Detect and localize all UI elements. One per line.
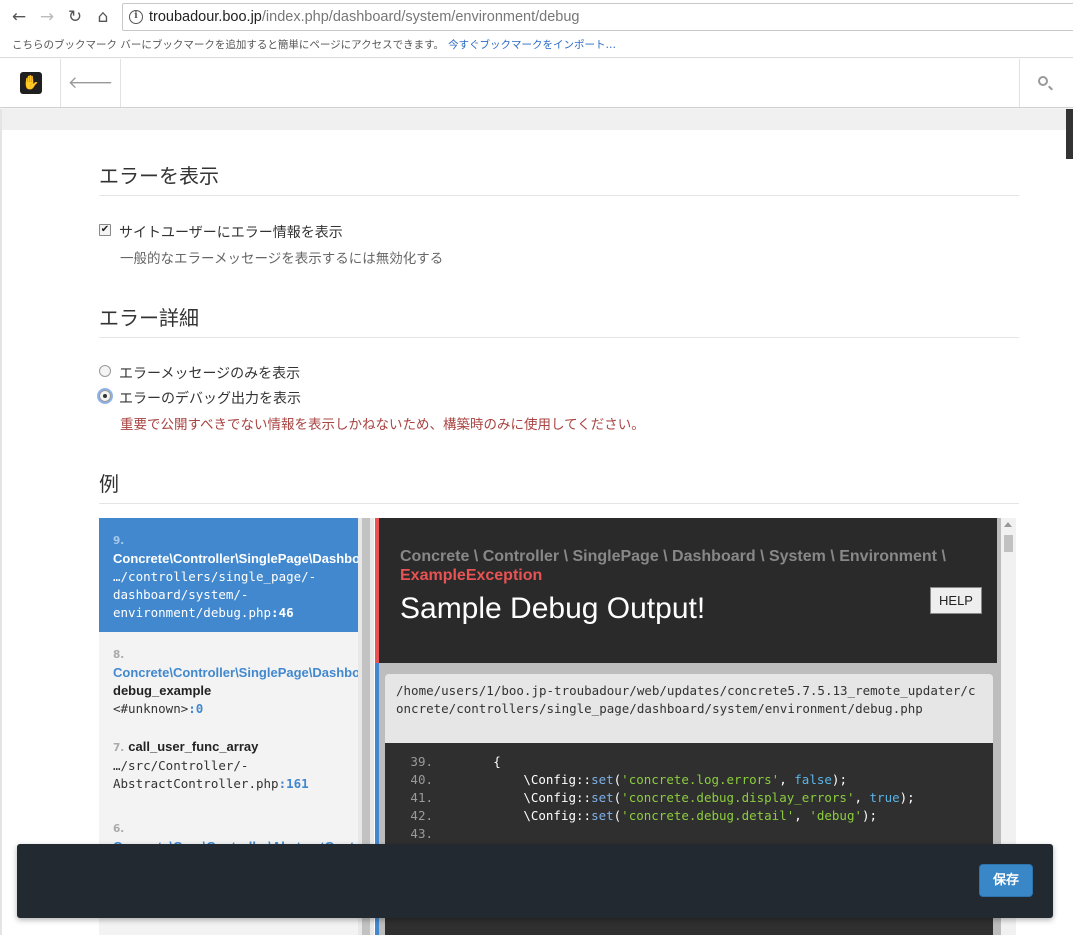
home-icon[interactable]: ⌂ (92, 6, 114, 28)
frame-method: call_user_func_array (128, 739, 259, 754)
code-line: 42. \Config::set('concrete.debug.detail'… (385, 807, 993, 825)
bookmark-bar: こちらのブックマーク バーにブックマークを追加すると簡単にページにアクセスできま… (0, 34, 1073, 58)
code-token: ); (862, 808, 878, 823)
frame-header: 7. call_user_func_array (113, 738, 358, 757)
code-token: ); (899, 790, 915, 805)
code-token: ); (831, 772, 847, 787)
info-icon[interactable]: i (129, 10, 143, 24)
frame-number: 9. (113, 535, 125, 547)
code-line-number: 39. (410, 754, 433, 769)
error-message-only-label[interactable]: エラーメッセージのみを表示 (119, 363, 300, 383)
code-line-number: 42. (410, 808, 433, 823)
frame-file-path: <#unknown> (113, 701, 189, 716)
back-icon: 🡐 (67, 73, 114, 93)
frame-line: :46 (271, 605, 294, 620)
display-errors-label[interactable]: サイトユーザーにエラー情報を表示 (119, 222, 343, 242)
frame-class: Concrete\Controller\SinglePage\Dashboard… (113, 665, 358, 680)
page-left-border (0, 109, 2, 935)
code-token: { (493, 754, 501, 769)
page-top-strip (0, 109, 1073, 130)
code-token: 'debug' (809, 808, 863, 823)
exception-name: ExampleException (400, 567, 543, 584)
frame-file: …/src/Controller/- AbstractController.ph… (113, 757, 358, 793)
code-line: 43. (385, 825, 993, 843)
code-file-path: /home/users/1/boo.jp-troubadour/web/upda… (385, 674, 993, 743)
code-line: 39. { (385, 753, 993, 771)
code-token: false (794, 772, 832, 787)
frame-number: 7. (113, 742, 125, 754)
cms-toolbar: ✋ 🡐 (0, 59, 1073, 108)
url-path: /index.php/dashboard/system/environment/… (261, 9, 580, 25)
address-bar[interactable]: i troubadour.boo.jp/index.php/dashboard/… (122, 3, 1073, 31)
frame-line: :161 (278, 776, 309, 791)
frame-method: debug_example (113, 683, 212, 698)
frame-file: <#unknown>:0 (113, 700, 358, 718)
exception-message: Sample Debug Output! (400, 592, 706, 625)
code-token: :: (576, 790, 592, 805)
display-errors-heading: エラーを表示 (99, 160, 1019, 196)
code-token: , (794, 808, 810, 823)
back-arrow-icon[interactable]: ← (8, 6, 30, 28)
code-token: \Config (523, 772, 576, 787)
scroll-up-arrow-icon[interactable] (1004, 522, 1012, 527)
example-scrollbar-thumb[interactable] (1004, 535, 1013, 552)
stack-frame[interactable]: 8. Concrete\Controller\SinglePage\Dashbo… (99, 646, 358, 718)
toolbar-search-button[interactable] (1019, 59, 1073, 107)
code-line-number: 43. (410, 826, 433, 841)
stack-frame[interactable]: 9. Concrete\Controller\SinglePage\Dashbo… (99, 518, 358, 632)
page-scrollbar-thumb[interactable] (1066, 109, 1073, 159)
code-token: 'concrete.log.errors' (621, 772, 780, 787)
frame-file: …/controllers/single_page/- dashboard/sy… (113, 568, 358, 622)
stack-frame[interactable]: 7. call_user_func_array …/src/Controller… (99, 738, 358, 793)
toolbar-logo-button[interactable]: ✋ (0, 59, 61, 107)
code-token: true (869, 790, 900, 805)
error-debug-output-label[interactable]: エラーのデバッグ出力を表示 (119, 388, 301, 408)
code-line-number: 41. (410, 790, 433, 805)
code-token: set (591, 808, 614, 823)
form-actions-bar: 保存 (17, 844, 1053, 918)
debug-warning-text: 重要で公開すべきでない情報を表示しかねないため、構築時のみに使用してください。 (120, 417, 645, 433)
display-errors-help: 一般的なエラーメッセージを表示するには無効化する (120, 251, 444, 267)
code-token: set (591, 790, 614, 805)
url-host: troubadour.boo.jp (149, 9, 262, 25)
browser-address-row: ← → ↻ ⌂ i troubadour.boo.jp/index.php/da… (0, 0, 1073, 34)
code-token: :: (576, 772, 592, 787)
example-heading: 例 (99, 468, 1019, 504)
code-token: \Config (523, 808, 576, 823)
help-button[interactable]: HELP (930, 587, 982, 614)
error-detail-heading: エラー詳細 (99, 302, 1019, 338)
code-token: set (591, 772, 614, 787)
code-line: 41. \Config::set('concrete.debug.display… (385, 789, 993, 807)
reload-icon[interactable]: ↻ (64, 6, 86, 28)
exception-namespace: Concrete \ Controller \ SinglePage \ Das… (400, 548, 946, 565)
error-debug-output-radio[interactable] (99, 390, 111, 402)
search-icon (1038, 76, 1048, 86)
frame-line: :0 (188, 701, 204, 716)
toolbar-back-button[interactable]: 🡐 (61, 59, 121, 107)
save-button[interactable]: 保存 (979, 864, 1033, 897)
import-bookmarks-link[interactable]: 今すぐブックマークをインポート… (448, 39, 616, 51)
code-token: \Config (523, 790, 576, 805)
code-line-number: 40. (410, 772, 433, 787)
frame-class: Concrete\Controller\SinglePage\Dashboard… (113, 551, 358, 566)
code-line: 40. \Config::set('concrete.log.errors', … (385, 771, 993, 789)
frame-file-path: …/src/Controller/- AbstractController.ph… (113, 758, 279, 791)
error-message-only-radio[interactable] (99, 365, 111, 377)
display-errors-checkbox[interactable]: ✔ (99, 224, 111, 236)
code-token: :: (576, 808, 592, 823)
forward-arrow-icon[interactable]: → (36, 6, 58, 28)
code-token: 'concrete.debug.detail' (621, 808, 795, 823)
url-text[interactable]: troubadour.boo.jp/index.php/dashboard/sy… (149, 9, 579, 25)
frame-number: 8. (113, 649, 125, 661)
frame-number: 6. (113, 823, 125, 835)
code-token: 'concrete.debug.display_errors' (621, 790, 855, 805)
code-token: , (854, 790, 870, 805)
concrete5-logo-icon: ✋ (20, 72, 42, 94)
code-token: , (779, 772, 795, 787)
exception-header: Concrete \ Controller \ SinglePage \ Das… (375, 518, 997, 663)
bookmark-bar-text: こちらのブックマーク バーにブックマークを追加すると簡単にページにアクセスできま… (12, 39, 445, 51)
